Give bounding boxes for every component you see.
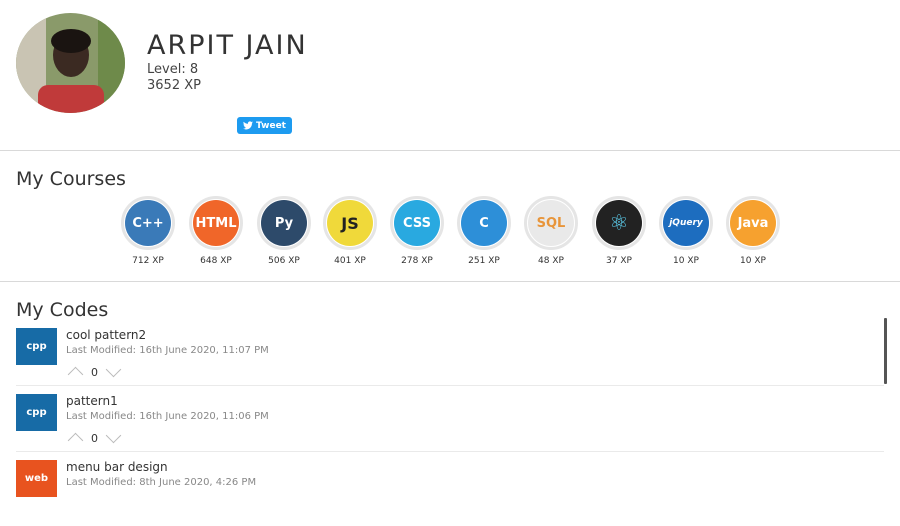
code-title[interactable]: cool pattern2: [66, 328, 146, 342]
course-progress-ring: C++: [121, 196, 175, 250]
divider: [0, 150, 900, 151]
code-last-modified: Last Modified: 16th June 2020, 11:07 PM: [66, 345, 269, 356]
tweet-button[interactable]: Tweet: [237, 117, 292, 134]
course-css[interactable]: CSS 278 XP: [388, 196, 446, 266]
course-progress-ring: JS: [323, 196, 377, 250]
course-xp: 712 XP: [132, 256, 164, 266]
course-xp: 506 XP: [268, 256, 300, 266]
course-badge-label: CSS: [403, 215, 431, 231]
divider: [0, 281, 900, 282]
course-badge-label: JS: [341, 213, 359, 233]
cpp-icon: C++: [125, 200, 171, 246]
code-title[interactable]: pattern1: [66, 394, 118, 408]
course-progress-ring: jQuery: [659, 196, 713, 250]
course-react[interactable]: ⚛ 37 XP: [590, 196, 648, 266]
course-xp: 10 XP: [740, 256, 766, 266]
course-badge-label: Java: [737, 215, 769, 231]
c-icon: C: [461, 200, 507, 246]
course-xp: 278 XP: [401, 256, 433, 266]
course-xp: 251 XP: [468, 256, 500, 266]
course-progress-ring: CSS: [390, 196, 444, 250]
course-progress-ring: HTML: [189, 196, 243, 250]
profile-level: Level: 8: [147, 62, 199, 77]
course-python[interactable]: Py 506 XP: [255, 196, 313, 266]
course-badge-label: HTML: [195, 215, 237, 231]
course-js[interactable]: JS 401 XP: [321, 196, 379, 266]
course-badge-label: C++: [132, 215, 164, 231]
course-xp: 37 XP: [606, 256, 632, 266]
course-c[interactable]: C 251 XP: [455, 196, 513, 266]
course-progress-ring: Java: [726, 196, 780, 250]
row-divider: [16, 385, 884, 386]
vote-controls: 0: [67, 361, 122, 383]
code-language-badge: web: [16, 460, 57, 497]
upvote-icon[interactable]: [67, 432, 84, 449]
course-sql[interactable]: SQL 48 XP: [522, 196, 580, 266]
jquery-icon: jQuery: [663, 200, 709, 246]
course-html[interactable]: HTML 648 XP: [187, 196, 245, 266]
upvote-icon[interactable]: [67, 366, 84, 383]
course-badge-label: C: [479, 215, 489, 231]
downvote-icon[interactable]: [105, 361, 122, 378]
avatar-image: [16, 13, 125, 113]
course-progress-ring: Py: [257, 196, 311, 250]
course-badge-label: SQL: [536, 215, 566, 231]
code-last-modified: Last Modified: 16th June 2020, 11:06 PM: [66, 411, 269, 422]
course-xp: 648 XP: [200, 256, 232, 266]
js-icon: JS: [327, 200, 373, 246]
avatar[interactable]: [16, 13, 125, 113]
python-icon: Py: [261, 200, 307, 246]
codes-title: My Codes: [16, 299, 109, 321]
code-language-badge: cpp: [16, 328, 57, 365]
twitter-bird-icon: [243, 121, 253, 130]
downvote-icon[interactable]: [105, 427, 122, 444]
courses-title: My Courses: [16, 168, 126, 190]
code-last-modified: Last Modified: 8th June 2020, 4:26 PM: [66, 477, 257, 488]
row-divider: [16, 451, 884, 452]
scrollbar[interactable]: [884, 318, 887, 384]
course-cpp[interactable]: C++ 712 XP: [119, 196, 177, 266]
course-badge-label: ⚛: [609, 210, 629, 236]
code-language-badge: cpp: [16, 394, 57, 431]
vote-count: 0: [91, 365, 98, 379]
course-java[interactable]: Java 10 XP: [724, 196, 782, 266]
profile-name: ARPIT JAIN: [147, 30, 308, 61]
vote-controls: 0: [67, 427, 122, 449]
html-icon: HTML: [193, 200, 239, 246]
course-xp: 48 XP: [538, 256, 564, 266]
profile-header: ARPIT JAIN Level: 8 3652 XP Tweet: [0, 0, 900, 150]
sql-icon: SQL: [528, 200, 574, 246]
course-progress-ring: ⚛: [592, 196, 646, 250]
course-jquery[interactable]: jQuery 10 XP: [657, 196, 715, 266]
course-badge-label: jQuery: [669, 218, 703, 228]
profile-xp: 3652 XP: [147, 78, 201, 93]
java-icon: Java: [730, 200, 776, 246]
css-icon: CSS: [394, 200, 440, 246]
course-progress-ring: SQL: [524, 196, 578, 250]
course-xp: 10 XP: [673, 256, 699, 266]
course-progress-ring: C: [457, 196, 511, 250]
course-xp: 401 XP: [334, 256, 366, 266]
vote-count: 0: [91, 431, 98, 445]
code-list-item[interactable]: web menu bar design Last Modified: 8th Jun…: [16, 460, 884, 526]
course-badge-label: Py: [274, 215, 294, 231]
code-title[interactable]: menu bar design: [66, 460, 168, 474]
tweet-label: Tweet: [256, 120, 286, 131]
react-icon: ⚛: [596, 200, 642, 246]
